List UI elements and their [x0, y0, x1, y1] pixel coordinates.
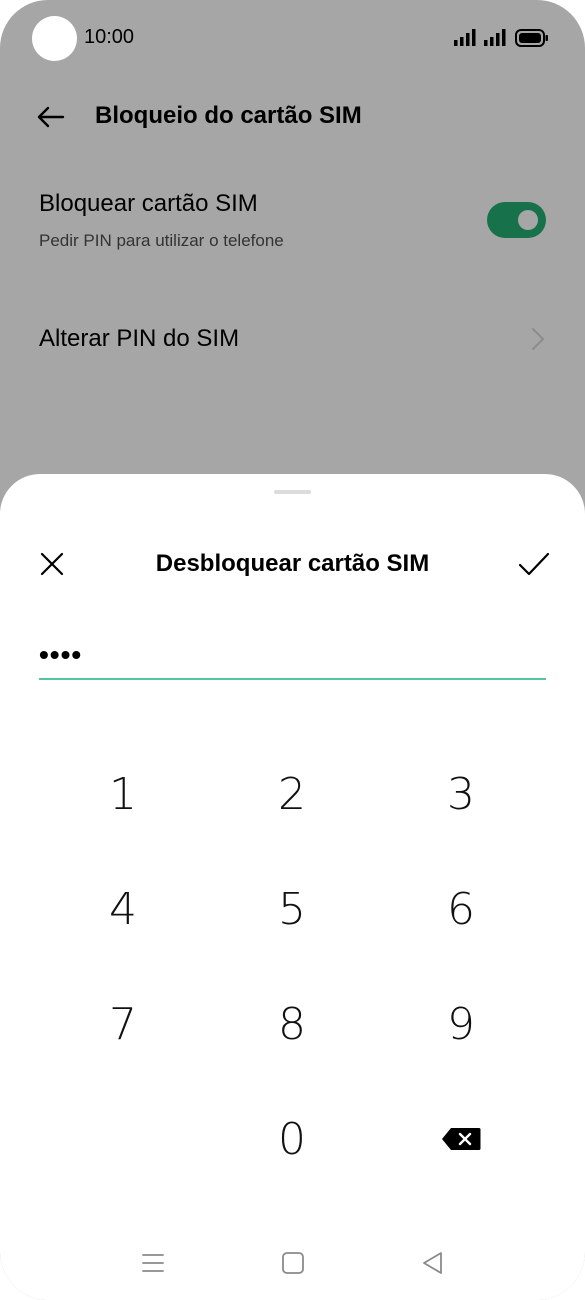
key-0[interactable]: 0 — [217, 1094, 367, 1184]
pin-input[interactable] — [39, 632, 546, 680]
status-bar: 10:00 — [0, 0, 585, 76]
key-6[interactable]: 6 — [386, 864, 536, 954]
sheet-handle[interactable] — [274, 490, 311, 494]
key-3[interactable]: 3 — [386, 749, 536, 839]
key-8[interactable]: 8 — [217, 979, 367, 1069]
lock-sim-title[interactable]: Bloquear cartão SIM — [39, 190, 258, 218]
key-1[interactable]: 1 — [48, 749, 198, 839]
back-arrow-icon[interactable] — [34, 100, 68, 134]
home-icon[interactable] — [280, 1250, 306, 1276]
key-4[interactable]: 4 — [48, 864, 198, 954]
page-title: Bloqueio do cartão SIM — [95, 102, 362, 129]
key-9[interactable]: 9 — [386, 979, 536, 1069]
signal-icon-2 — [484, 29, 506, 46]
battery-icon — [515, 29, 548, 47]
screen: 10:00 Bloqueio do cartão SIM Bloquear ca… — [0, 0, 585, 1300]
camera-cutout — [32, 16, 77, 61]
status-time: 10:00 — [84, 26, 135, 48]
backspace-button[interactable] — [386, 1094, 536, 1184]
chevron-right-icon — [532, 328, 544, 350]
sheet-title: Desbloquear cartão SIM — [155, 550, 430, 577]
change-pin-title[interactable]: Alterar PIN do SIM — [39, 325, 239, 353]
key-5[interactable]: 5 — [217, 864, 367, 954]
menu-icon[interactable] — [140, 1250, 166, 1276]
check-icon[interactable] — [514, 546, 554, 582]
key-2[interactable]: 2 — [217, 749, 367, 839]
backspace-icon — [442, 1128, 481, 1150]
back-triangle-icon[interactable] — [420, 1250, 446, 1276]
lock-sim-toggle[interactable] — [487, 202, 546, 238]
lock-sim-subtitle: Pedir PIN para utilizar o telefone — [39, 231, 284, 250]
toggle-knob — [518, 210, 538, 230]
unlock-sim-sheet: Desbloquear cartão SIM 1 2 3 4 5 6 7 8 9… — [0, 474, 585, 1300]
signal-icon — [454, 29, 476, 46]
key-7[interactable]: 7 — [48, 979, 198, 1069]
